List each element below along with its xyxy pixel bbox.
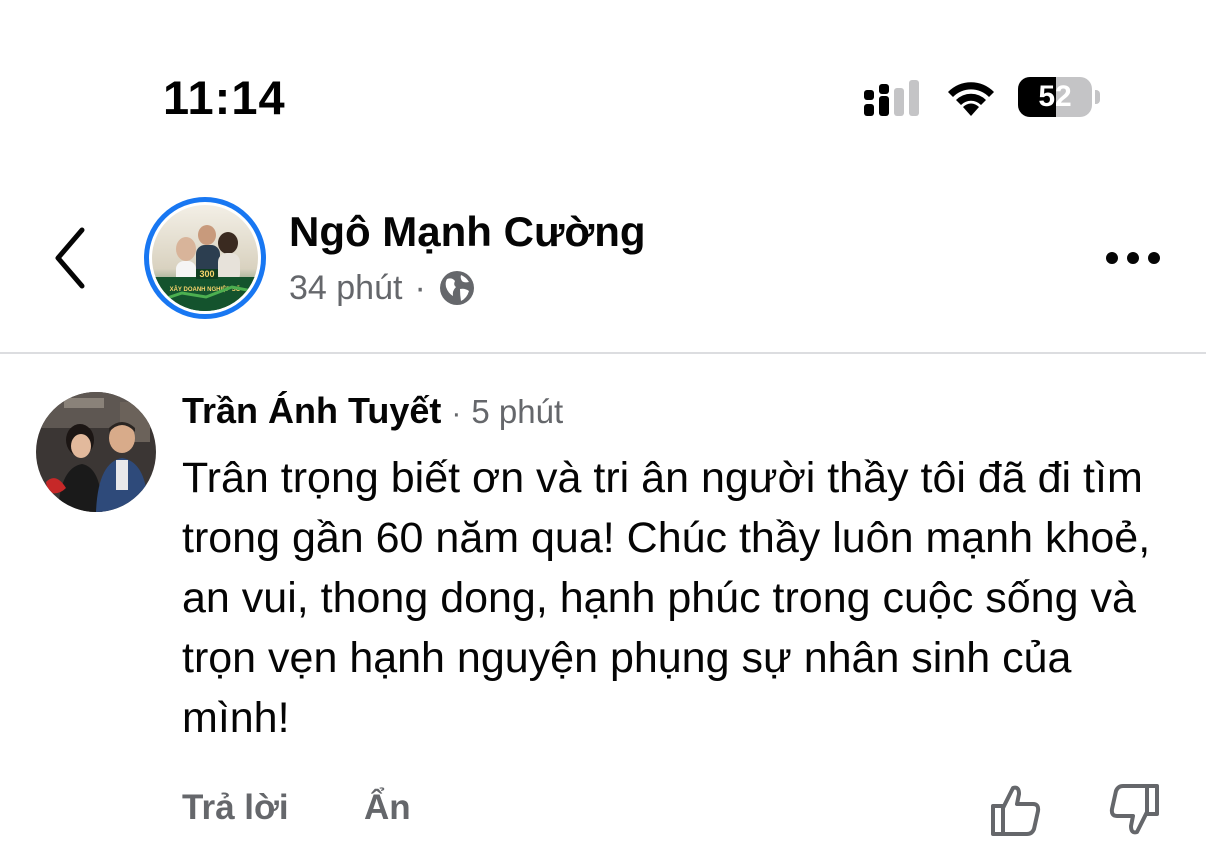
post-time: 34 phút	[289, 268, 403, 307]
back-button[interactable]	[40, 222, 100, 294]
more-options-icon[interactable]	[1098, 236, 1168, 280]
comment-body: Trân trọng biết ơn và tri ân người thầy …	[182, 454, 1151, 742]
globe-icon	[439, 271, 474, 305]
cellular-signal-icon	[864, 80, 919, 116]
comment-header: Trần Ánh Tuyết · 5 phút	[182, 390, 563, 440]
author-avatar[interactable]: 300 XÂY DOANH NGHIỆP SỐ	[152, 205, 258, 311]
wifi-icon	[948, 82, 994, 116]
post-author-name[interactable]: Ngô Mạnh Cường	[289, 208, 646, 256]
header-divider	[0, 352, 1206, 354]
meta-separator: ·	[414, 268, 426, 307]
reply-button[interactable]: Trả lời	[182, 788, 289, 828]
comment-separator: ·	[451, 397, 462, 430]
battery-body: 52	[1018, 77, 1092, 117]
avatar-badge-text: 300	[199, 269, 214, 279]
hide-button[interactable]: Ẩn	[364, 788, 411, 828]
comment-time[interactable]: 5 phút	[471, 393, 563, 431]
thumbs-up-icon[interactable]	[985, 780, 1045, 840]
thumbs-down-icon[interactable]	[1105, 780, 1165, 840]
commenter-name[interactable]: Trần Ánh Tuyết	[182, 390, 441, 432]
battery-level-text: 52	[1038, 80, 1072, 113]
battery-indicator: 52	[1018, 77, 1100, 117]
battery-cap	[1095, 90, 1100, 104]
status-time: 11:14	[163, 71, 286, 124]
commenter-avatar[interactable]	[36, 392, 156, 512]
post-meta: 34 phút ·	[289, 266, 476, 310]
